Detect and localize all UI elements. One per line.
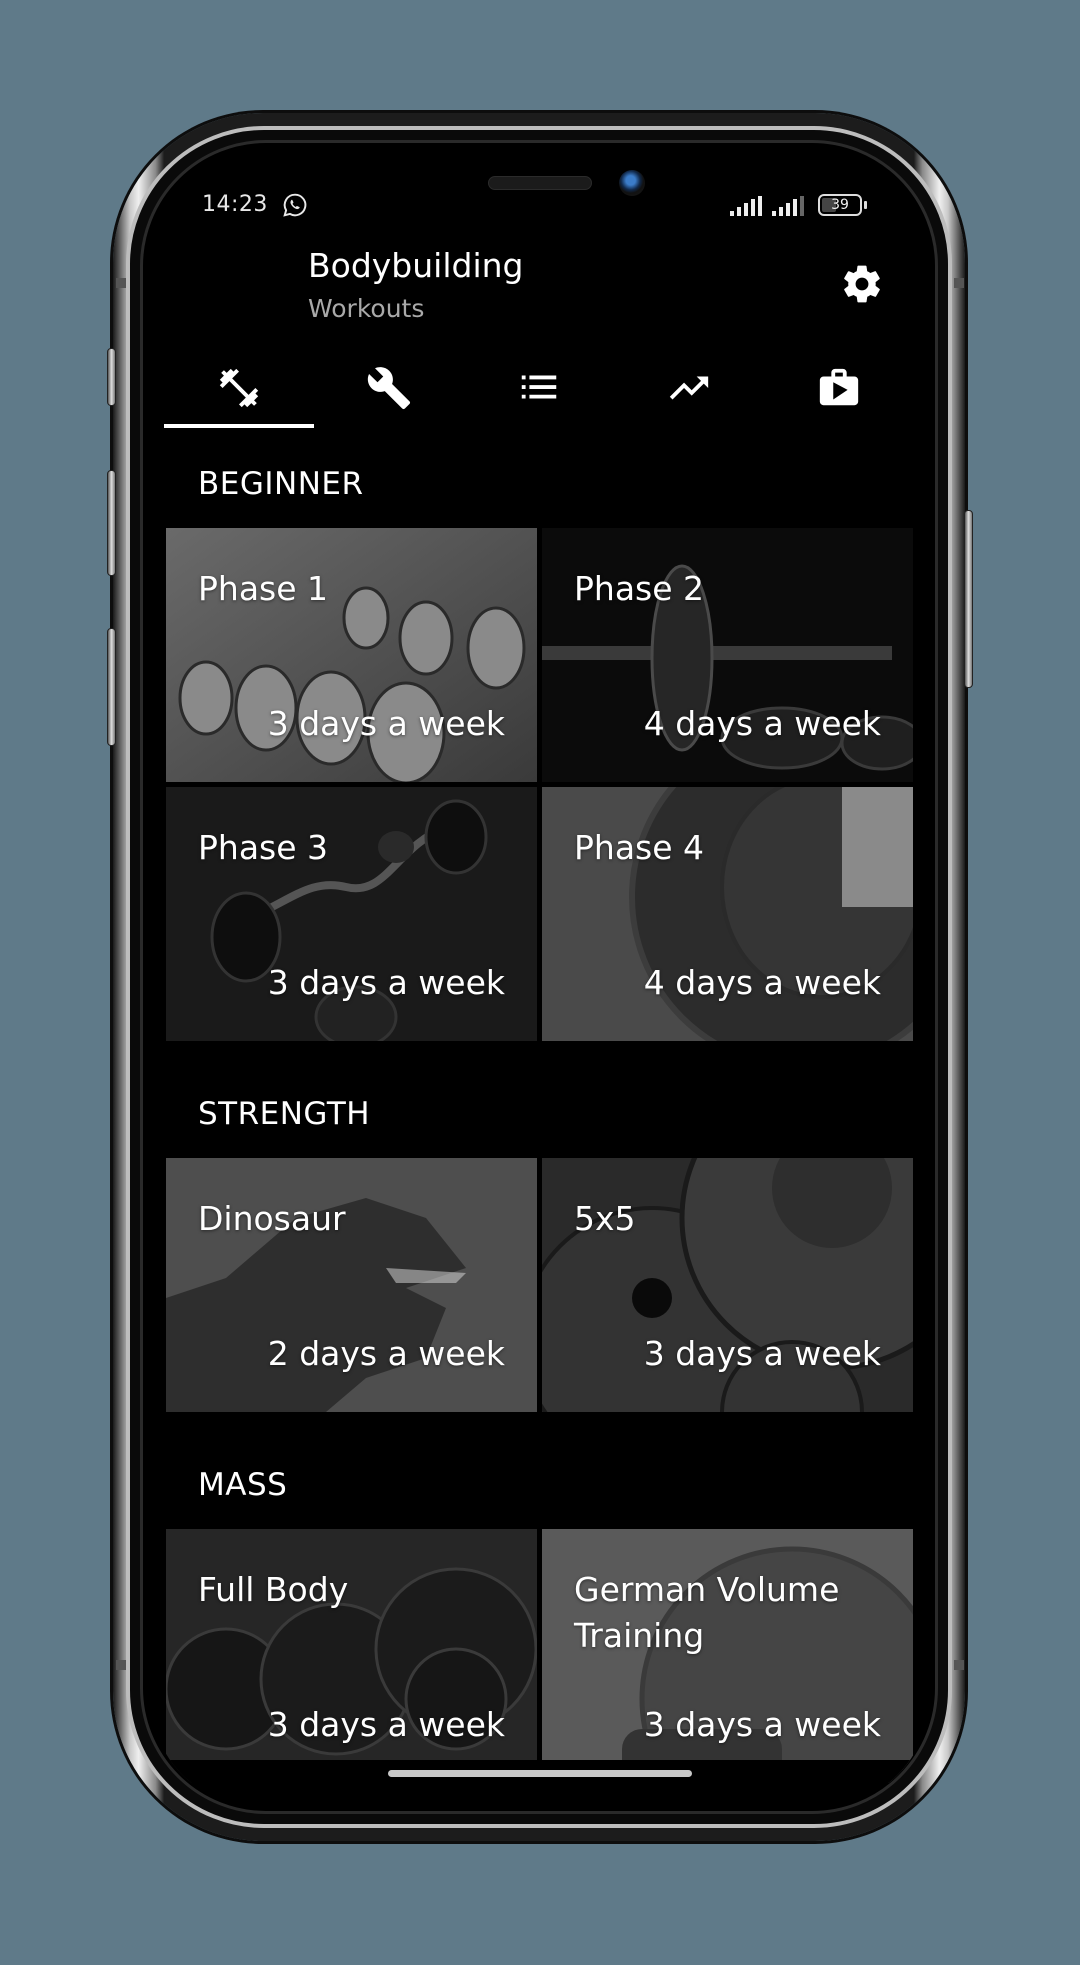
tab-store[interactable] (764, 348, 914, 428)
workout-frequency: 4 days a week (643, 704, 881, 743)
section-title-mass: MASS (198, 1467, 288, 1503)
section-title-strength: STRENGTH (198, 1096, 371, 1132)
workout-card-phase-2[interactable]: Phase 2 4 days a week (542, 528, 913, 782)
workout-frequency: 3 days a week (643, 1705, 881, 1744)
workout-name: Full Body (198, 1570, 349, 1609)
dumbbell-icon (219, 368, 259, 408)
antenna-band (116, 1660, 126, 1670)
workout-name: 5x5 (574, 1199, 636, 1238)
workout-frequency: 3 days a week (267, 963, 505, 1002)
list-icon (521, 375, 557, 399)
whatsapp-icon (283, 193, 307, 217)
antenna-band (954, 1660, 964, 1670)
wrench-icon (367, 367, 411, 410)
tab-list[interactable] (464, 348, 614, 428)
section-title-beginner: BEGINNER (198, 466, 364, 502)
workout-frequency: 3 days a week (267, 1705, 505, 1744)
battery-level: 39 (831, 197, 849, 213)
battery-tip (864, 201, 867, 209)
workout-card-dinosaur[interactable]: Dinosaur 2 days a week (166, 1158, 537, 1412)
side-button-volume-up (107, 470, 116, 576)
home-indicator[interactable] (388, 1770, 692, 1777)
gear-icon[interactable] (840, 262, 884, 306)
workout-card-phase-3[interactable]: Phase 3 3 days a week (166, 787, 537, 1041)
app-subtitle: Workouts (308, 294, 425, 323)
workout-frequency: 2 days a week (267, 1334, 505, 1373)
signal-strength-icon-sim2 (772, 196, 804, 216)
workout-card-german-volume-training[interactable]: German Volume Training 3 days a week (542, 1529, 913, 1783)
workout-name: Phase 3 (198, 828, 329, 867)
tab-progress[interactable] (614, 348, 764, 428)
screen-bottom-edge (150, 1760, 930, 1808)
workout-card-full-body[interactable]: Full Body 3 days a week (166, 1529, 537, 1783)
workout-card-5x5[interactable]: 5x5 3 days a week (542, 1158, 913, 1412)
workout-name: Phase 2 (574, 569, 705, 608)
signal-strength-icon-sim1 (730, 196, 762, 216)
side-button-volume-down (107, 628, 116, 746)
workout-name: Dinosaur (198, 1199, 346, 1238)
tab-tools[interactable] (314, 348, 464, 428)
workout-name: Phase 1 (198, 569, 329, 608)
workout-list[interactable]: BEGINNER Phase 1 3 days a week Phase 2 4… (166, 428, 914, 1783)
workout-card-phase-1[interactable]: Phase 1 3 days a week (166, 528, 537, 782)
workout-name: Phase 4 (574, 828, 705, 867)
antenna-band (116, 278, 126, 288)
section-grid-mass: Full Body 3 days a week German Volume Tr… (166, 1529, 914, 1783)
workout-frequency: 3 days a week (267, 704, 505, 743)
tab-bar (164, 348, 914, 428)
workout-card-phase-4[interactable]: Phase 4 4 days a week (542, 787, 913, 1041)
section-grid-beginner: Phase 1 3 days a week Phase 2 4 days a w… (166, 528, 914, 1041)
app-title: Bodybuilding (308, 246, 524, 285)
workout-frequency: 4 days a week (643, 963, 881, 1002)
store-bag-icon (819, 368, 859, 406)
antenna-band (954, 278, 964, 288)
phone-screen: 14:23 39 Bodybuilding Workouts BEGINNER … (150, 148, 930, 1808)
workout-frequency: 3 days a week (643, 1334, 881, 1373)
trending-up-icon (669, 376, 709, 400)
status-bar: 14:23 39 (150, 148, 930, 217)
workout-name: German Volume Training (574, 1570, 840, 1655)
tab-workouts[interactable] (164, 348, 314, 428)
side-button-mute (107, 348, 116, 406)
battery-indicator: 39 (818, 194, 862, 216)
side-button-power (964, 510, 973, 688)
section-grid-strength: Dinosaur 2 days a week 5x5 3 days a week (166, 1158, 914, 1412)
status-time: 14:23 (202, 192, 268, 217)
